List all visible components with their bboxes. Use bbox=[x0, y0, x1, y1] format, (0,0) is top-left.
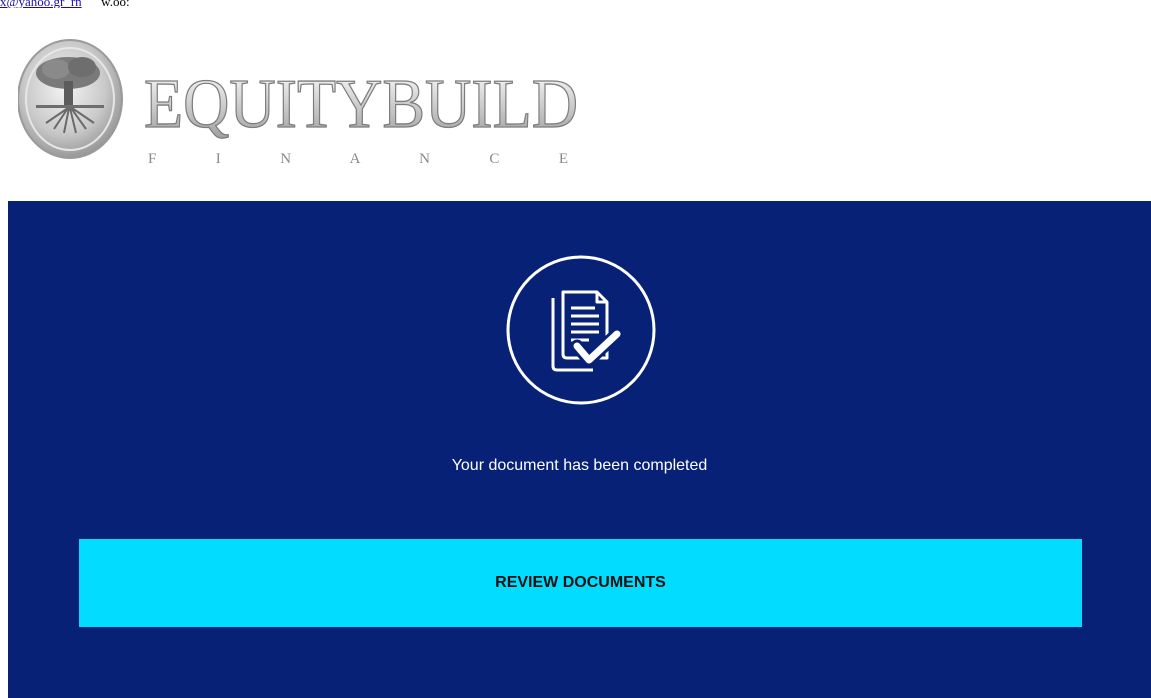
document-check-icon bbox=[505, 254, 657, 406]
top-suffix-text: w.oo: bbox=[81, 0, 130, 8]
notification-panel: Your document has been completed REVIEW … bbox=[8, 201, 1151, 698]
tree-seal-icon bbox=[18, 39, 123, 159]
top-email-link[interactable]: x@yahoo.gr_rn bbox=[0, 0, 82, 8]
top-text-line: x@yahoo.gr_rn w.oo: bbox=[0, 0, 130, 8]
equitybuild-logo: EQUITYBUILD F I N A N C E bbox=[18, 39, 579, 167]
review-documents-button[interactable]: REVIEW DOCUMENTS bbox=[79, 539, 1082, 627]
logo-name: EQUITYBUILD bbox=[144, 66, 578, 143]
completion-status-text: Your document has been completed bbox=[451, 457, 708, 474]
logo-subtitle: F I N A N C E bbox=[148, 151, 568, 167]
